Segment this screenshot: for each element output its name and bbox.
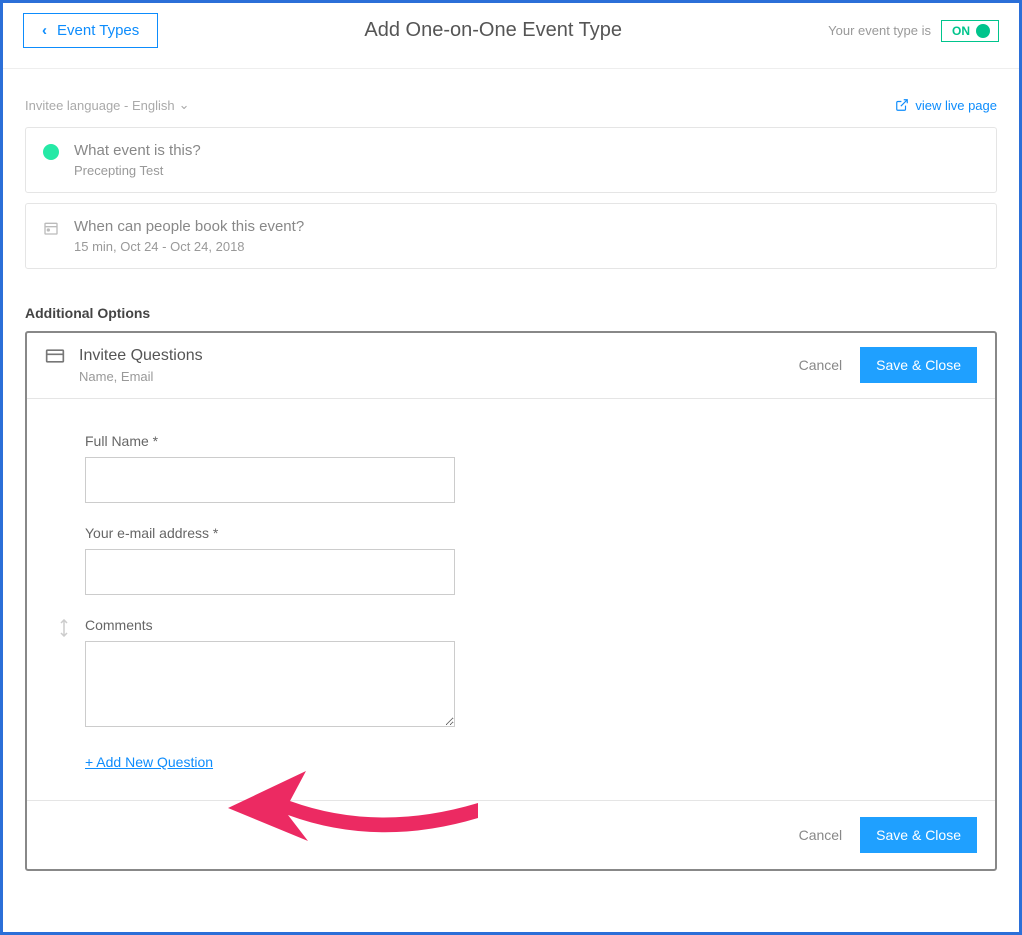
live-link-label: view live page	[915, 98, 997, 113]
card-title: What event is this?	[74, 142, 201, 159]
drag-handle-icon[interactable]	[57, 617, 71, 637]
toggle-label: ON	[952, 24, 970, 38]
save-close-button-bottom[interactable]: Save & Close	[860, 817, 977, 853]
form-icon	[45, 347, 65, 365]
language-label: Invitee language - English	[25, 98, 175, 113]
fullname-input[interactable]	[85, 457, 455, 503]
toggle-dot-icon	[976, 24, 990, 38]
add-new-question-link[interactable]: + Add New Question	[85, 754, 977, 770]
field-label-fullname: Full Name *	[85, 433, 455, 449]
event-color-icon	[43, 144, 59, 160]
card-what-event[interactable]: What event is this? Precepting Test	[25, 127, 997, 193]
chevron-left-icon: ‹	[42, 22, 47, 39]
card-subtitle: Precepting Test	[74, 163, 201, 178]
page-title: Add One-on-One Event Type	[158, 19, 828, 42]
cancel-button[interactable]: Cancel	[799, 357, 843, 373]
back-button-label: Event Types	[57, 22, 139, 39]
panel-subtitle: Name, Email	[79, 369, 203, 384]
card-title: When can people book this event?	[74, 218, 304, 235]
section-label: Additional Options	[3, 279, 1019, 331]
view-live-page-link[interactable]: view live page	[895, 97, 997, 113]
field-label-email: Your e-mail address *	[85, 525, 455, 541]
event-toggle[interactable]: ON	[941, 20, 999, 42]
card-subtitle: 15 min, Oct 24 - Oct 24, 2018	[74, 239, 304, 254]
panel-title: Invitee Questions	[79, 347, 203, 365]
back-button[interactable]: ‹ Event Types	[23, 13, 158, 48]
save-close-button[interactable]: Save & Close	[860, 347, 977, 383]
chevron-down-icon: ⌄	[179, 97, 190, 113]
card-when-book[interactable]: When can people book this event? 15 min,…	[25, 203, 997, 269]
status-text: Your event type is	[828, 23, 931, 38]
email-input[interactable]	[85, 549, 455, 595]
calendar-icon	[43, 220, 59, 236]
comments-textarea[interactable]	[85, 641, 455, 727]
language-selector[interactable]: Invitee language - English ⌄	[25, 97, 190, 113]
external-link-icon	[895, 98, 909, 112]
field-label-comments: Comments	[85, 617, 455, 633]
cancel-button-bottom[interactable]: Cancel	[799, 827, 843, 843]
invitee-questions-panel: Invitee Questions Name, Email Cancel Sav…	[25, 331, 997, 871]
